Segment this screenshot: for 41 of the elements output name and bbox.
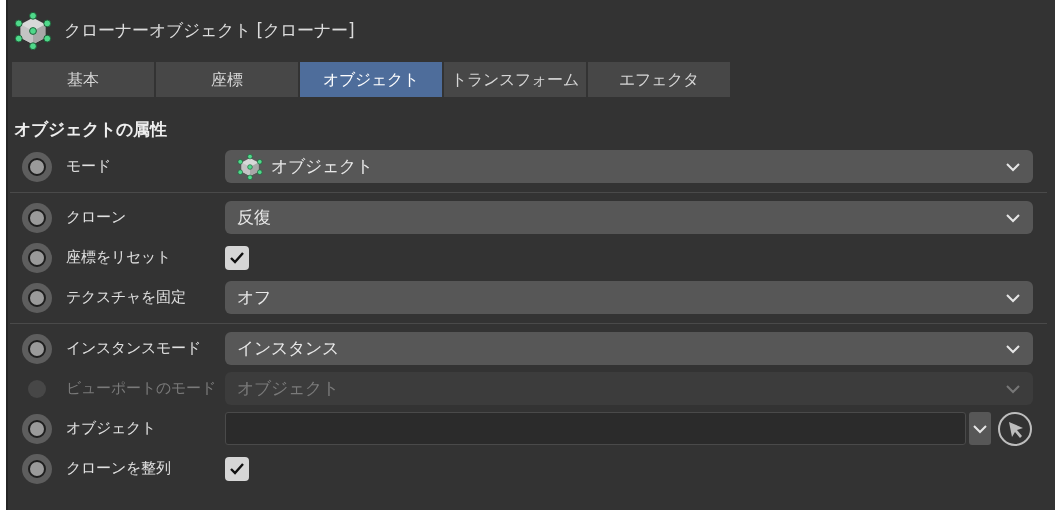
dropdown[interactable]: 反復 [225,201,1033,234]
field-label: クローン [65,207,127,229]
object-link-field[interactable] [225,412,966,445]
keyframe-radio[interactable] [22,151,52,182]
cloner-icon [14,12,52,50]
tab[interactable]: オブジェクト [300,62,442,97]
checkmark-icon [229,461,245,476]
keyframe-radio[interactable] [22,333,52,364]
field-label: オブジェクト [65,418,157,440]
cloner-icon [237,153,263,180]
field-label: インスタンスモード [65,338,202,360]
tab[interactable]: エフェクタ [588,62,730,97]
field-label: モード [65,156,112,178]
field-label: 座標をリセット [65,247,172,269]
dropdown[interactable]: インスタンス [225,332,1033,365]
keyframe-radio[interactable] [22,202,52,233]
checkbox[interactable] [225,456,249,481]
field-label: ビューポートのモード [65,378,217,400]
tab[interactable]: 座標 [156,62,298,97]
tab[interactable]: 基本 [12,62,154,97]
keyframe-radio[interactable] [22,453,52,484]
keyframe-radio[interactable] [22,413,52,444]
field-label: テクスチャを固定 [65,287,187,309]
checkmark-icon [229,250,245,265]
keyframe-radio[interactable] [22,242,52,273]
chevron-down-icon [1005,383,1021,394]
chevron-down-icon [1005,161,1021,172]
chevron-down-icon [1005,292,1021,303]
section-heading: オブジェクトの属性 [13,118,168,141]
dropdown[interactable]: オブジェクト [225,150,1033,183]
field-label: クローンを整列 [65,458,172,480]
window-title: クローナーオブジェクト [クローナー] [64,19,355,43]
chevron-down-icon [1005,212,1021,223]
pointer-icon[interactable] [997,410,1033,447]
tab[interactable]: トランスフォーム [444,62,586,97]
checkbox[interactable] [225,245,249,270]
dropdown-button[interactable] [969,412,991,445]
dropdown[interactable]: オフ [225,281,1033,314]
keyframe-radio[interactable] [22,282,52,313]
chevron-down-icon [972,423,988,434]
chevron-down-icon [1005,343,1021,354]
